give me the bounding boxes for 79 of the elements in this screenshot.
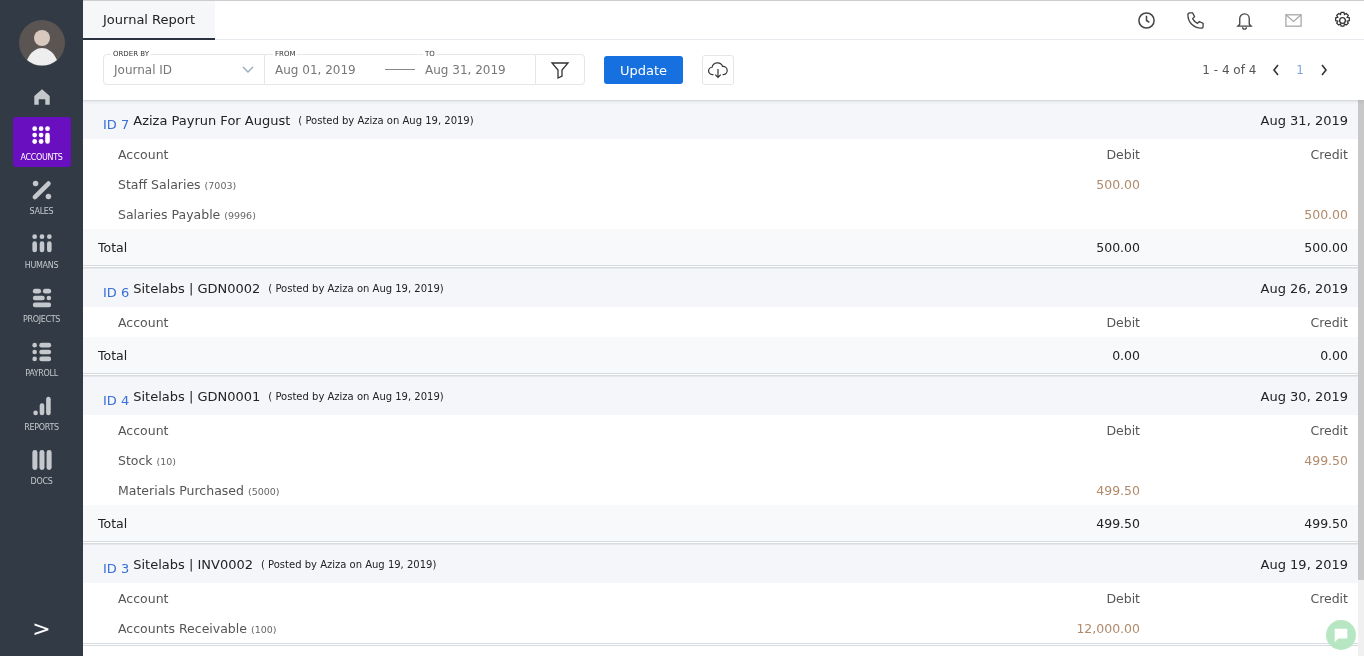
nav-item[interactable]: DOCS [12,441,71,491]
columns-icon [30,449,53,471]
bars-icon [30,287,53,309]
nav-item[interactable]: PAYROLL [12,333,71,383]
column-header: Account [117,314,170,330]
update-button[interactable]: Update [604,56,684,84]
column-header: Credit [1309,314,1349,330]
column-header: Debit [1105,590,1140,606]
column-header: Debit [1105,422,1140,438]
total-debit: 499.50 [1095,515,1140,531]
posted-note: ( Posted by Aziza on Aug 19, 2019) [261,558,437,570]
expand-button[interactable]: > [26,615,57,642]
journal-id[interactable]: ID 7 [103,116,130,132]
column-header: Credit [1309,590,1349,606]
total-label: Total [97,239,129,255]
account-name: Materials Purchased (5000) [117,482,281,498]
cloud-download-icon [707,59,730,81]
chat-bubble-icon [1332,626,1350,644]
nav-item[interactable]: PROJECTS [12,279,71,329]
total-credit: 500.00 [1303,239,1349,255]
chevron-right-icon [1320,64,1328,76]
nav-item[interactable]: SALES [12,171,71,221]
account-name: Stock (10) [117,452,178,468]
journal-id[interactable]: ID 6 [103,284,130,300]
bell-icon[interactable] [1235,10,1254,30]
nav-item[interactable]: ACCOUNTS [12,117,71,167]
column-header: Account [117,590,170,606]
filter-icon [550,59,570,80]
debit-amount: 499.50 [1095,482,1140,498]
tab[interactable]: Journal Report [83,0,216,40]
phone-icon[interactable] [1186,10,1205,30]
posted-note: ( Posted by Aziza on Aug 19, 2019) [268,282,444,294]
journal-id[interactable]: ID 4 [103,392,130,408]
total-credit: 0.00 [1319,347,1349,363]
debit-amount: 500.00 [1095,176,1140,192]
settings-icon[interactable] [1333,10,1352,30]
column-header: Debit [1105,146,1140,162]
list-icon [30,341,53,363]
total-debit: 0.00 [1111,347,1140,363]
credit-amount: 500.00 [1303,206,1349,222]
nav-item[interactable]: REPORTS [12,387,71,437]
avatar-icon[interactable] [18,20,65,66]
journal-title: Sitelabs | GDN0002 [133,280,261,296]
journal-title: Sitelabs | GDN0001 [133,388,261,404]
journal-date: Aug 31, 2019 [1260,112,1348,128]
account-name: Staff Salaries (7003) [117,176,238,192]
account-name: Accounts Receivable (100) [117,620,278,636]
download-button[interactable] [702,55,735,85]
page-range: 1 - 4 of 4 [1202,63,1257,77]
posted-note: ( Posted by Aziza on Aug 19, 2019) [298,114,474,126]
bar-chart-icon [30,395,53,417]
clock-icon[interactable] [1137,10,1156,30]
filter-button[interactable] [535,54,585,85]
total-label: Total [97,347,129,363]
journal-id[interactable]: ID 3 [103,560,130,576]
total-credit: 499.50 [1303,515,1349,531]
chevron-left-icon [1272,64,1281,76]
column-header: Account [117,146,170,162]
dots-grid-icon [30,125,53,147]
posted-note: ( Posted by Aziza on Aug 19, 2019) [268,390,444,402]
percent-icon [30,179,53,201]
total-label: Total [97,515,129,531]
debit-amount: 12,000.00 [1075,620,1140,636]
journal-date: Aug 30, 2019 [1260,388,1348,404]
nav-item[interactable]: HUMANS [12,225,71,275]
total-debit: 500.00 [1095,239,1140,255]
column-header: Debit [1105,314,1140,330]
scrollbar[interactable] [1358,100,1364,580]
column-header: Account [117,422,170,438]
credit-amount: 499.50 [1303,452,1349,468]
journal-title: Aziza Payrun For August [133,112,291,128]
people-icon [30,233,53,255]
column-header: Credit [1309,422,1349,438]
journal-title: Sitelabs | INV0002 [133,556,253,572]
journal-date: Aug 26, 2019 [1260,280,1348,296]
column-header: Credit [1309,146,1349,162]
account-name: Salaries Payable (9996) [117,206,257,222]
journal-date: Aug 19, 2019 [1260,556,1348,572]
chevron-down-icon [242,65,254,74]
